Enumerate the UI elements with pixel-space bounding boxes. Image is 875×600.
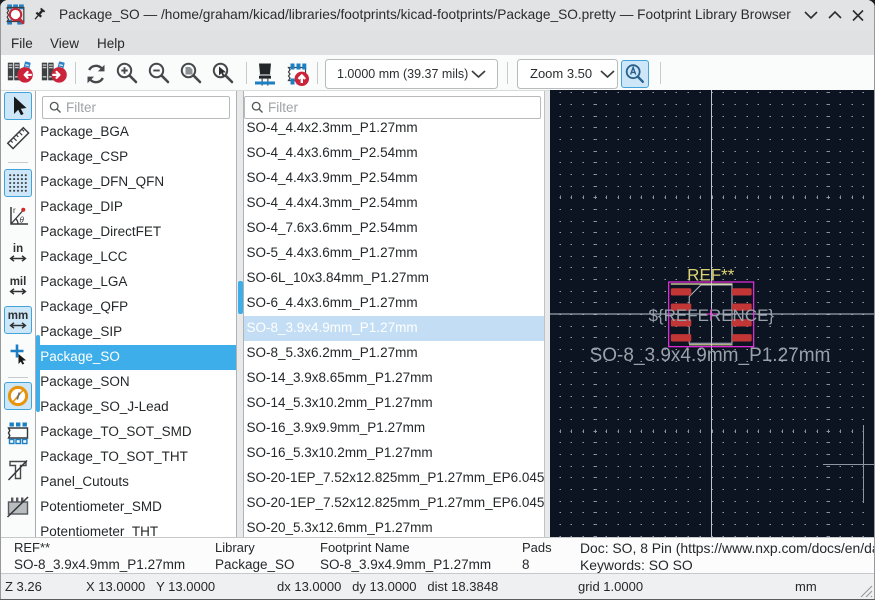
svg-text:θ: θ xyxy=(20,216,25,225)
svg-text:mil: mil xyxy=(10,276,27,288)
svg-text:in: in xyxy=(13,243,23,255)
svg-text:SO-8_3.9x4.9mm_P1.27mm: SO-8_3.9x4.9mm_P1.27mm xyxy=(590,345,831,366)
svg-text:r: r xyxy=(13,206,16,215)
svg-text:REF**: REF** xyxy=(687,265,735,284)
svg-text:mm: mm xyxy=(8,310,28,322)
